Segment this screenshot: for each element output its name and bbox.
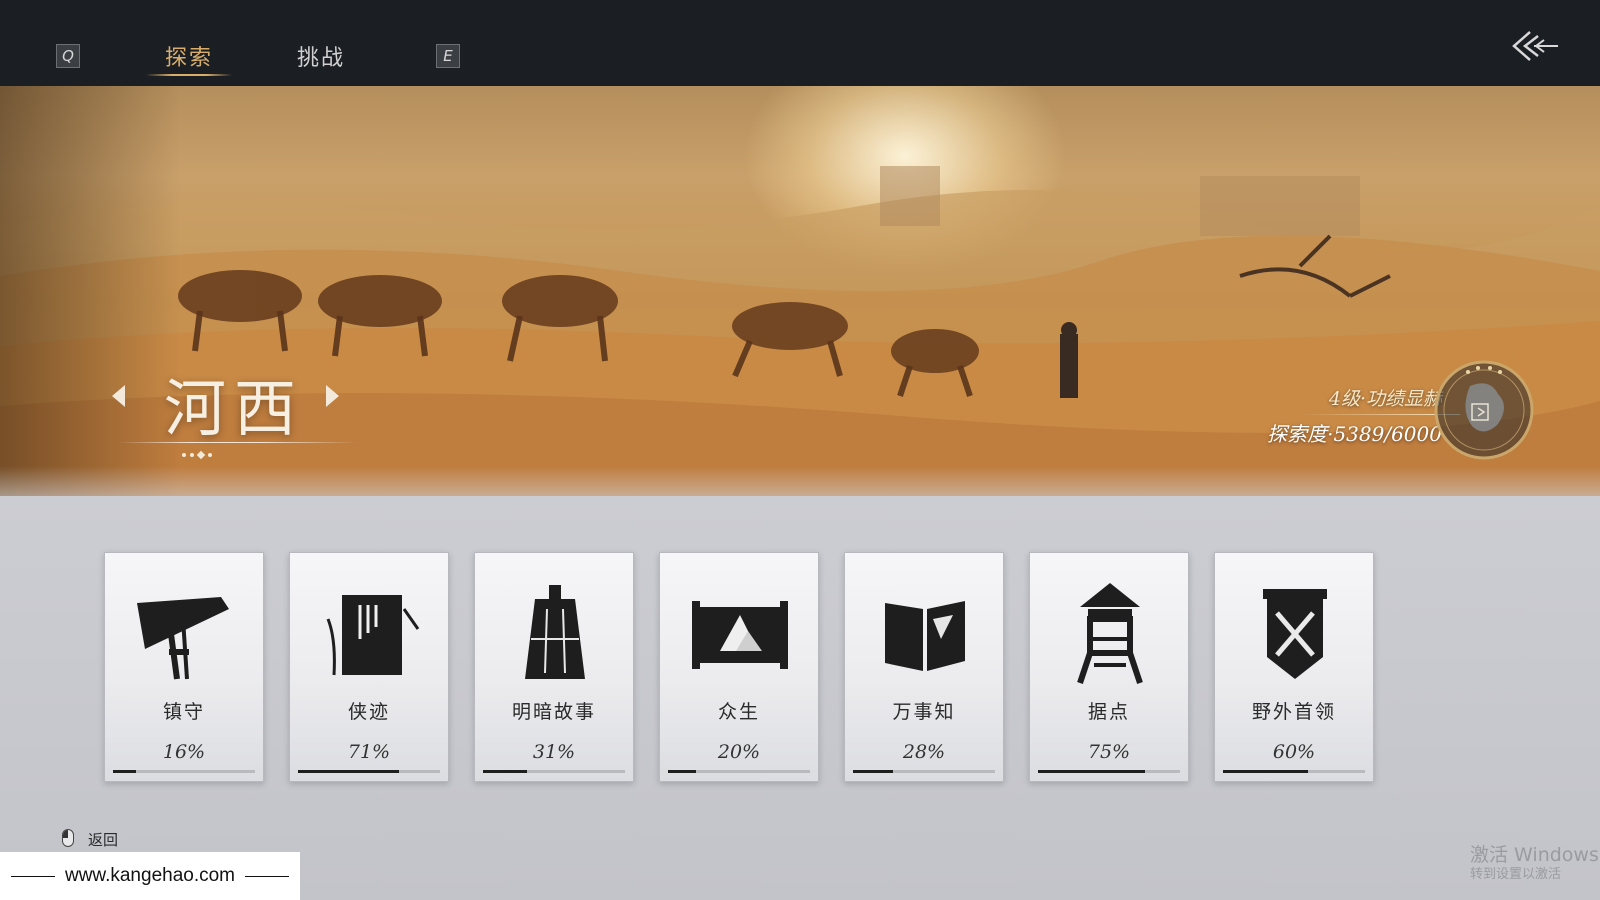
watermark-rule <box>10 875 55 877</box>
scroll-painting-icon <box>692 601 788 669</box>
category-card-knowledge[interactable]: 万事知 28% <box>844 552 1004 782</box>
category-card-all-beings[interactable]: 众生 20% <box>659 552 819 782</box>
watermark-rule <box>245 875 290 877</box>
region-level-text: 4级·功绩显赫 <box>1328 388 1442 410</box>
site-watermark: www.kangehao.com <box>0 852 300 900</box>
book-bamboo-icon <box>326 595 420 676</box>
card-percent: 60% <box>1272 741 1316 763</box>
mouse-right-click-icon <box>62 829 74 847</box>
watermark-url: www.kangehao.com <box>64 865 236 886</box>
region-map-icon[interactable] <box>1432 358 1536 462</box>
card-progress-fill <box>668 770 697 773</box>
watchtower-icon <box>1077 583 1143 684</box>
card-progress-fill <box>1223 770 1309 773</box>
card-percent: 16% <box>162 741 206 763</box>
card-progress-track <box>1223 770 1365 773</box>
card-progress-track <box>113 770 255 773</box>
activate-subtitle: 转到设置以激活 <box>1470 866 1562 882</box>
card-percent: 75% <box>1087 741 1131 763</box>
region-next-arrow-icon[interactable] <box>326 385 339 407</box>
exploration-progress-text: 探索度·5389/6000 <box>1267 422 1442 446</box>
region-page-indicator <box>182 450 212 460</box>
category-card-hero-traces[interactable]: 侠迹 71% <box>289 552 449 782</box>
card-label: 镇守 <box>162 701 205 723</box>
crossed-swords-shield-icon <box>1263 589 1327 679</box>
card-label: 众生 <box>717 701 760 723</box>
card-progress-fill <box>113 770 136 773</box>
bell-icon <box>525 585 585 679</box>
banner-left-shade <box>0 86 180 496</box>
card-progress-track <box>1038 770 1180 773</box>
prev-tab-key-hint[interactable]: Q <box>56 44 80 68</box>
open-book-icon <box>885 601 965 671</box>
tab-explore[interactable]: 探索 <box>146 38 232 76</box>
card-label: 侠迹 <box>347 701 390 723</box>
region-prev-arrow-icon[interactable] <box>112 385 125 407</box>
card-progress-track <box>483 770 625 773</box>
card-progress-track <box>668 770 810 773</box>
card-progress-track <box>298 770 440 773</box>
card-label: 据点 <box>1087 701 1130 723</box>
triple-chevron-left-icon[interactable] <box>1510 28 1560 64</box>
category-card-garrison[interactable]: 镇守 16% <box>104 552 264 782</box>
region-name: 河西 <box>164 372 305 445</box>
card-percent: 71% <box>347 741 391 763</box>
next-tab-key-hint[interactable]: E <box>436 44 460 68</box>
activate-title: 激活 Windows <box>1470 844 1599 866</box>
card-percent: 20% <box>717 741 761 763</box>
card-percent: 28% <box>902 741 946 763</box>
straw-hat-icon <box>137 597 229 680</box>
card-percent: 31% <box>532 741 576 763</box>
card-progress-fill <box>1038 770 1145 773</box>
card-label: 明暗故事 <box>511 701 596 723</box>
card-progress-fill <box>853 770 893 773</box>
category-card-field-bosses[interactable]: 野外首领 60% <box>1214 552 1374 782</box>
page-dot <box>190 453 194 457</box>
top-bar: Q 探索 挑战 E <box>0 0 1600 86</box>
back-button[interactable]: 返回 <box>88 829 118 850</box>
region-underline <box>118 442 358 443</box>
category-card-hidden-stories[interactable]: 明暗故事 31% <box>474 552 634 782</box>
page-dot <box>182 453 186 457</box>
banner-bottom-mist <box>0 466 1600 496</box>
card-label: 万事知 <box>892 701 956 723</box>
page-dot <box>208 453 212 457</box>
card-label: 野外首领 <box>1251 701 1336 723</box>
tab-challenge[interactable]: 挑战 <box>286 38 356 74</box>
page-dot-active <box>196 450 206 460</box>
card-progress-track <box>853 770 995 773</box>
category-card-strongholds[interactable]: 据点 75% <box>1029 552 1189 782</box>
windows-activation-notice: 激活 Windows 转到设置以激活 <box>1470 844 1599 882</box>
card-progress-fill <box>298 770 399 773</box>
card-progress-fill <box>483 770 528 773</box>
